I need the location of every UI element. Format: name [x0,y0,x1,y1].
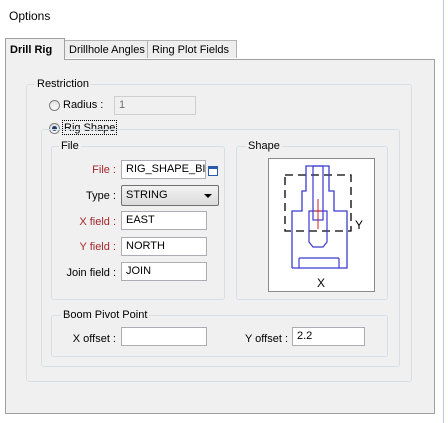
x-offset-label: X offset : [72,333,116,345]
join-field-input[interactable]: JOIN [121,262,207,281]
tab-panel-drill-rig: Restriction Radius : 1 Rig Shape File Fi… [5,59,435,414]
restriction-group-label: Restriction [35,78,91,91]
x-axis-label: X [317,276,325,290]
y-offset-input[interactable]: 2.2 [292,327,365,346]
type-label: Type : [86,190,116,202]
radius-input[interactable]: 1 [114,96,196,115]
y-field-input[interactable]: NORTH [121,237,207,256]
type-select-value: STRING [126,189,168,201]
rig-outline [291,165,348,269]
radius-label[interactable]: Radius : [63,98,103,112]
rig-shape-preview: X Y [268,158,375,292]
browse-file-icon[interactable] [208,166,218,176]
radius-radio[interactable] [49,100,60,111]
type-select[interactable]: STRING [121,185,219,206]
y-axis-label: Y [355,218,363,232]
tab-drill-rig[interactable]: Drill Rig [5,38,65,60]
file-group-label: File [59,140,81,153]
tab-drillhole-angles[interactable]: Drillhole Angles [64,40,148,58]
y-field-label: Y field : [79,241,117,253]
x-field-label: X field : [79,216,116,228]
y-offset-label: Y offset : [244,333,288,345]
x-field-input[interactable]: EAST [121,211,207,230]
rig-shape-diagram: X Y [284,165,363,290]
file-label: File : [92,164,116,176]
x-offset-input[interactable] [121,327,207,346]
chevron-down-icon [204,194,212,198]
tab-strip: Drill Rig Drillhole Angles Ring Plot Fie… [5,38,435,60]
tab-ring-plot-fields[interactable]: Ring Plot Fields [147,40,237,58]
join-field-label: Join field : [66,267,116,279]
boom-pivot-group-label: Boom Pivot Point [61,309,150,322]
window-border [443,0,444,423]
window-title: Options [9,9,51,23]
file-input[interactable]: RIG_SHAPE_BIG [121,160,206,179]
shape-group-label: Shape [246,140,282,153]
